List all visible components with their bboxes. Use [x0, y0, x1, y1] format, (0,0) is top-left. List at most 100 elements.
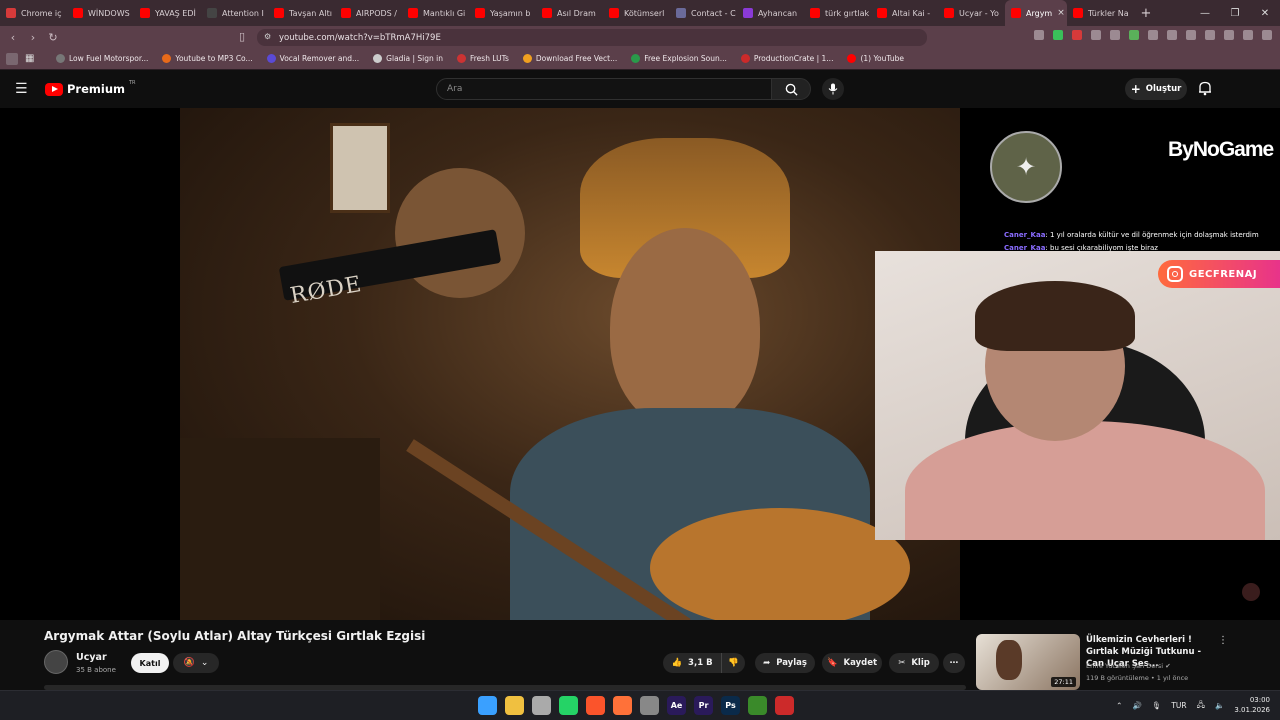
volume-icon[interactable]: 🔈 — [1215, 701, 1224, 710]
browser-tab[interactable]: Tavşan Altı — [268, 0, 335, 26]
browser-tab[interactable]: Attention I — [201, 0, 268, 26]
video-player[interactable]: RØDE ✦ ByNoGame Caner_Kaa: 1 yıl oralard… — [0, 108, 1280, 620]
close-window-icon[interactable]: ✕ — [1250, 0, 1280, 26]
youtube-play-icon — [45, 82, 63, 96]
after-effects-icon[interactable]: Ae — [667, 696, 686, 715]
search-input[interactable]: Ara — [436, 78, 772, 100]
browser-tab[interactable]: Kötümserl — [603, 0, 670, 26]
browser-tab[interactable]: Mantıklı Gi — [402, 0, 469, 26]
maximize-icon[interactable]: ❐ — [1220, 0, 1250, 26]
bookmark-item[interactable]: Gladia | Sign in — [373, 54, 443, 63]
new-tab-button[interactable]: + — [1134, 6, 1158, 21]
browser-tab[interactable]: WİNDOWS — [67, 0, 134, 26]
more-actions-button[interactable]: ⋯ — [943, 653, 965, 673]
extension-icon[interactable] — [1110, 30, 1120, 40]
bookmark-item[interactable]: Vocal Remover and... — [266, 54, 360, 63]
search-button[interactable] — [771, 78, 811, 100]
bookmark-item[interactable]: Fresh LUTs — [456, 54, 509, 63]
bookmark-page-icon[interactable]: ▯ — [232, 30, 252, 43]
bookmark-item[interactable]: ProductionCrate | 1... — [740, 54, 833, 63]
bell-off-icon: 🔕 — [183, 658, 195, 668]
video-scene-lute — [650, 508, 910, 620]
browser-tab[interactable]: Yaşamın b — [469, 0, 536, 26]
chrome-icon[interactable] — [640, 696, 659, 715]
chevron-up-icon[interactable]: ⌃ — [1116, 701, 1122, 710]
browser-tab[interactable]: Ayhancan — [737, 0, 804, 26]
browser-tab[interactable]: Contact - C — [670, 0, 737, 26]
extension-icon[interactable] — [1072, 30, 1082, 40]
whatsapp-icon[interactable] — [559, 696, 578, 715]
youtube-logo[interactable]: Premium TR — [45, 80, 136, 96]
capcut-icon[interactable] — [775, 696, 794, 715]
browser-tab[interactable]: YAVAŞ EDİ — [134, 0, 201, 26]
share-button[interactable]: ➦ Paylaş — [755, 653, 815, 673]
browser-tab[interactable]: Ucyar - Yo — [938, 0, 1005, 26]
bookmark-favicon-icon — [456, 54, 466, 63]
start-icon[interactable] — [478, 696, 497, 715]
browser-tab[interactable]: Altai Kai - — [871, 0, 938, 26]
reload-icon[interactable]: ↻ — [43, 31, 63, 44]
vpn-icon[interactable] — [1243, 30, 1253, 40]
bookmark-item[interactable]: (1) YouTube — [847, 54, 904, 63]
media-icon[interactable] — [1224, 30, 1234, 40]
search-icon — [785, 83, 798, 96]
save-button[interactable]: 🔖 Kaydet — [822, 653, 882, 673]
browser-tab[interactable]: Asıl Dram — [536, 0, 603, 26]
extension-icon[interactable] — [1186, 30, 1196, 40]
bookmark-label: Vocal Remover and... — [279, 54, 360, 63]
extension-icon[interactable] — [1091, 30, 1101, 40]
language-indicator[interactable]: TUR — [1171, 701, 1186, 710]
notes-icon[interactable] — [532, 696, 551, 715]
download-icon[interactable] — [1205, 30, 1215, 40]
menu-icon[interactable] — [1262, 30, 1272, 40]
site-info-icon[interactable]: ⚙ — [264, 32, 271, 41]
extension-icon[interactable] — [1129, 30, 1139, 40]
forward-icon[interactable]: › — [23, 31, 43, 44]
like-button[interactable]: 👍 3,1 B — [663, 653, 721, 673]
close-tab-icon[interactable]: × — [1057, 8, 1065, 18]
bookmark-label: Download Free Vect... — [535, 54, 618, 63]
browser-tab[interactable]: türk gırtlak — [804, 0, 871, 26]
recommended-thumbnail[interactable]: 27:11 — [976, 634, 1080, 690]
extension-icon[interactable] — [1148, 30, 1158, 40]
firefox-icon[interactable] — [613, 696, 632, 715]
bookmark-item[interactable]: Download Free Vect... — [522, 54, 618, 63]
explorer-icon[interactable] — [505, 696, 524, 715]
bookmark-item[interactable]: Low Fuel Motorspor... — [56, 54, 148, 63]
recommended-more-icon[interactable]: ⋮ — [1218, 635, 1228, 646]
channel-avatar[interactable] — [44, 650, 68, 674]
extension-icon[interactable] — [1053, 30, 1063, 40]
system-tray: ⌃ 🔊 🎙 TUR 🖧 🔈 03:00 3.01.2026 — [1116, 695, 1270, 715]
dislike-button[interactable]: 👎 — [721, 653, 745, 673]
audio-icon[interactable]: 🔊 — [1132, 701, 1141, 710]
browser-tab[interactable]: Chrome iç — [0, 0, 67, 26]
notifications-bell-icon[interactable] — [1198, 81, 1212, 96]
browser-tab[interactable]: Argym × — [1005, 0, 1067, 26]
recommended-channel[interactable]: Emre Yücelen Şan Dersi ✔ — [1086, 662, 1171, 670]
voice-search-button[interactable] — [822, 78, 844, 100]
browser-tab[interactable]: AIRPODS / — [335, 0, 402, 26]
clock[interactable]: 03:00 3.01.2026 — [1234, 695, 1270, 715]
premiere-icon[interactable]: Pr — [694, 696, 713, 715]
url-field[interactable]: ⚙ youtube.com/watch?v=bTRmA7Hi79E — [257, 29, 927, 46]
media-icon[interactable] — [748, 696, 767, 715]
minimize-icon[interactable]: — — [1190, 0, 1220, 26]
create-button[interactable]: + Oluştur — [1125, 78, 1187, 100]
extension-icon[interactable] — [1167, 30, 1177, 40]
mic-tray-icon[interactable]: 🎙 — [1152, 701, 1162, 710]
back-icon[interactable]: ‹ — [3, 31, 23, 44]
channel-name[interactable]: Ucyar — [76, 652, 107, 663]
hamburger-menu-icon[interactable]: ☰ — [15, 81, 28, 97]
subscribed-dropdown[interactable]: 🔕 ⌄ — [173, 653, 219, 673]
bookmark-item[interactable]: Free Explosion Soun... — [631, 54, 727, 63]
apps-grid-icon[interactable]: ▦ — [25, 53, 34, 64]
photoshop-icon[interactable]: Ps — [721, 696, 740, 715]
clip-button[interactable]: ✂ Klip — [889, 653, 939, 673]
sidebar-toggle-icon[interactable] — [6, 53, 18, 65]
bookmark-item[interactable]: Youtube to MP3 Co... — [162, 54, 253, 63]
extension-icon[interactable] — [1034, 30, 1044, 40]
browser-tab[interactable]: Türkler Na — [1067, 0, 1134, 26]
network-icon[interactable]: 🖧 — [1197, 699, 1205, 712]
join-button[interactable]: Katıl — [131, 653, 169, 673]
brave-icon[interactable] — [586, 696, 605, 715]
